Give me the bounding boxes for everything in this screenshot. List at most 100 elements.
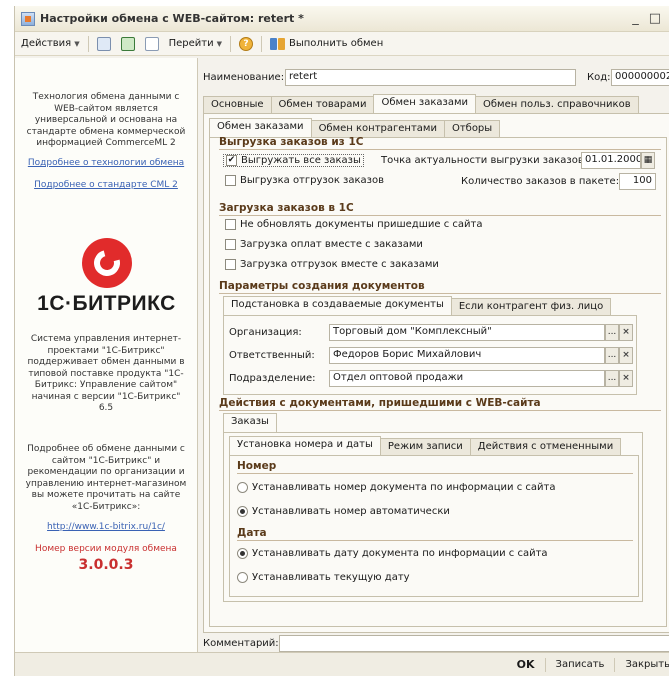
doc-params-section-title: Параметры создания документов: [219, 280, 425, 292]
more-text: Подробнее об обмене данными с сайтом "1С…: [25, 444, 187, 512]
info-panel: Технология обмена данными с WEB-сайтом я…: [15, 58, 198, 658]
copy-button[interactable]: [143, 36, 161, 52]
actions-menu-label: Действия: [21, 38, 72, 49]
toolbar-separator: [87, 35, 89, 52]
tab-basic[interactable]: Основные: [203, 96, 272, 113]
save-button[interactable]: [119, 36, 137, 52]
doc-params-section-divider: [219, 293, 661, 294]
calendar-button[interactable]: ▦: [641, 152, 655, 169]
save-close-button[interactable]: [95, 36, 113, 52]
toolbar-separator: [229, 35, 231, 52]
radio-on-icon: [237, 548, 248, 559]
code-field[interactable]: 000000002: [611, 69, 669, 86]
checkbox-empty-icon: [225, 175, 236, 186]
tab-substitution[interactable]: Подстановка в создаваемые документы: [223, 296, 452, 315]
no-update-checkbox[interactable]: Не обновлять документы пришедшие с сайта: [225, 219, 482, 230]
subtab-contractors[interactable]: Обмен контрагентами: [310, 120, 445, 137]
comment-label: Комментарий:: [203, 638, 279, 649]
caret-down-icon: ▼: [216, 39, 222, 48]
version-number: 3.0.0.3: [78, 557, 134, 573]
toolbar-separator: [260, 35, 262, 52]
help-icon: ?: [238, 36, 253, 51]
maximize-button[interactable]: □: [649, 11, 661, 26]
tab-orders-exchange[interactable]: Обмен заказами: [373, 94, 477, 113]
number-from-site-label: Устанавливать номер документа по информа…: [252, 482, 556, 493]
goto-menu-label: Перейти: [168, 38, 214, 49]
responsible-field[interactable]: Федоров Борис Михайлович: [329, 347, 605, 364]
batch-size-field[interactable]: 100: [619, 173, 656, 190]
tab-goods-exchange[interactable]: Обмен товарами: [270, 96, 375, 113]
name-label: Наименование:: [203, 72, 285, 83]
minimize-button[interactable]: _: [632, 11, 639, 26]
tab-user-catalogs-exchange[interactable]: Обмен польз. справочников: [475, 96, 639, 113]
name-field[interactable]: retert: [285, 69, 576, 86]
checkbox-empty-icon: [225, 259, 236, 270]
date-section-title: Дата: [237, 527, 267, 539]
import-shipments-checkbox[interactable]: Загрузка отгрузок вместе с заказами: [225, 259, 439, 270]
date-current-radio[interactable]: Устанавливать текущую дату: [237, 572, 410, 583]
organization-select-button[interactable]: ...: [605, 324, 619, 341]
calendar-icon: ▦: [643, 155, 653, 165]
import-payments-checkbox[interactable]: Загрузка оплат вместе с заказами: [225, 239, 423, 250]
actuality-date-field[interactable]: 01.01.2000: [581, 152, 641, 169]
window-title: Настройки обмена с WEB-сайтом: retert *: [40, 12, 304, 25]
number-auto-radio[interactable]: Устанавливать номер автоматически: [237, 506, 450, 517]
help-button[interactable]: ?: [237, 36, 255, 52]
exchange-icon: [269, 37, 286, 51]
tab-individual-contractor[interactable]: Если контрагент физ. лицо: [450, 298, 612, 315]
app-icon: [21, 11, 35, 26]
tab-orders[interactable]: Заказы: [223, 413, 277, 432]
run-exchange-button[interactable]: Выполнить обмен: [268, 36, 385, 52]
import-section-title: Загрузка заказов в 1С: [219, 202, 354, 214]
comment-field[interactable]: [279, 635, 669, 652]
bottom-bar: OK Записать Закрыть: [15, 652, 669, 676]
radio-off-icon: [237, 572, 248, 583]
actions-menu[interactable]: Действия ▼: [19, 37, 82, 50]
no-update-label: Не обновлять документы пришедшие с сайта: [240, 219, 483, 230]
import-section-divider: [219, 215, 661, 216]
about-text: Система управления интернет-проектами "1…: [27, 334, 185, 413]
checkbox-checked-icon: ✔: [226, 155, 237, 166]
tab-write-mode[interactable]: Режим записи: [379, 438, 471, 455]
save-bottom-button[interactable]: Записать: [556, 659, 605, 670]
version-label: Номер версии модуля обмена: [35, 544, 177, 554]
actuality-label: Точка актуальности выгрузки заказов:: [381, 155, 588, 166]
date-from-site-radio[interactable]: Устанавливать дату документа по информац…: [237, 548, 548, 559]
number-section-title: Номер: [237, 460, 277, 472]
goto-menu[interactable]: Перейти ▼: [167, 37, 224, 50]
number-from-site-radio[interactable]: Устанавливать номер документа по информа…: [237, 482, 555, 493]
export-shipments-label: Выгрузка отгрузок заказов: [240, 175, 384, 186]
department-clear-button[interactable]: ×: [619, 370, 633, 387]
responsible-select-button[interactable]: ...: [605, 347, 619, 364]
subtab-orders[interactable]: Обмен заказами: [209, 118, 312, 137]
bitrix-site-link[interactable]: http://www.1c-bitrix.ru/1c/: [23, 522, 189, 534]
subtab-filters[interactable]: Отборы: [443, 120, 501, 137]
checkbox-empty-icon: [225, 219, 236, 230]
tab-cancelled-actions[interactable]: Действия с отмененными: [469, 438, 622, 455]
web-actions-section-title: Действия с документами, пришедшими с WEB…: [219, 397, 541, 409]
number-auto-label: Устанавливать номер автоматически: [252, 506, 450, 517]
run-exchange-label: Выполнить обмен: [288, 38, 384, 49]
department-field[interactable]: Отдел оптовой продажи: [329, 370, 605, 387]
ok-button[interactable]: OK: [517, 658, 535, 671]
responsible-label: Ответственный:: [229, 350, 315, 361]
title-bar: Настройки обмена с WEB-сайтом: retert * …: [15, 6, 669, 32]
save-close-icon: [96, 36, 111, 51]
export-shipments-checkbox[interactable]: Выгрузка отгрузок заказов: [225, 175, 384, 186]
toolbar: Действия ▼ Перейти ▼ ? Выполнить обмен: [15, 32, 669, 56]
organization-field[interactable]: Торговый дом "Комплексный": [329, 324, 605, 341]
export-all-orders-checkbox[interactable]: ✔ Выгружать все заказы: [223, 154, 364, 167]
tech-link[interactable]: Подробнее о технологии обмена: [23, 158, 189, 170]
brand-name: 1С·БИТРИКС: [37, 292, 176, 315]
radio-off-icon: [237, 482, 248, 493]
cml-link[interactable]: Подробнее о стандарте CML 2: [23, 180, 189, 192]
organization-clear-button[interactable]: ×: [619, 324, 633, 341]
web-actions-section-divider: [219, 410, 661, 411]
tab-number-date[interactable]: Установка номера и даты: [229, 436, 381, 455]
responsible-clear-button[interactable]: ×: [619, 347, 633, 364]
intro-text: Технология обмена данными с WEB-сайтом я…: [26, 92, 186, 148]
department-select-button[interactable]: ...: [605, 370, 619, 387]
import-shipments-label: Загрузка отгрузок вместе с заказами: [240, 259, 439, 270]
department-label: Подразделение:: [229, 373, 316, 384]
close-button[interactable]: Закрыть: [625, 659, 669, 670]
